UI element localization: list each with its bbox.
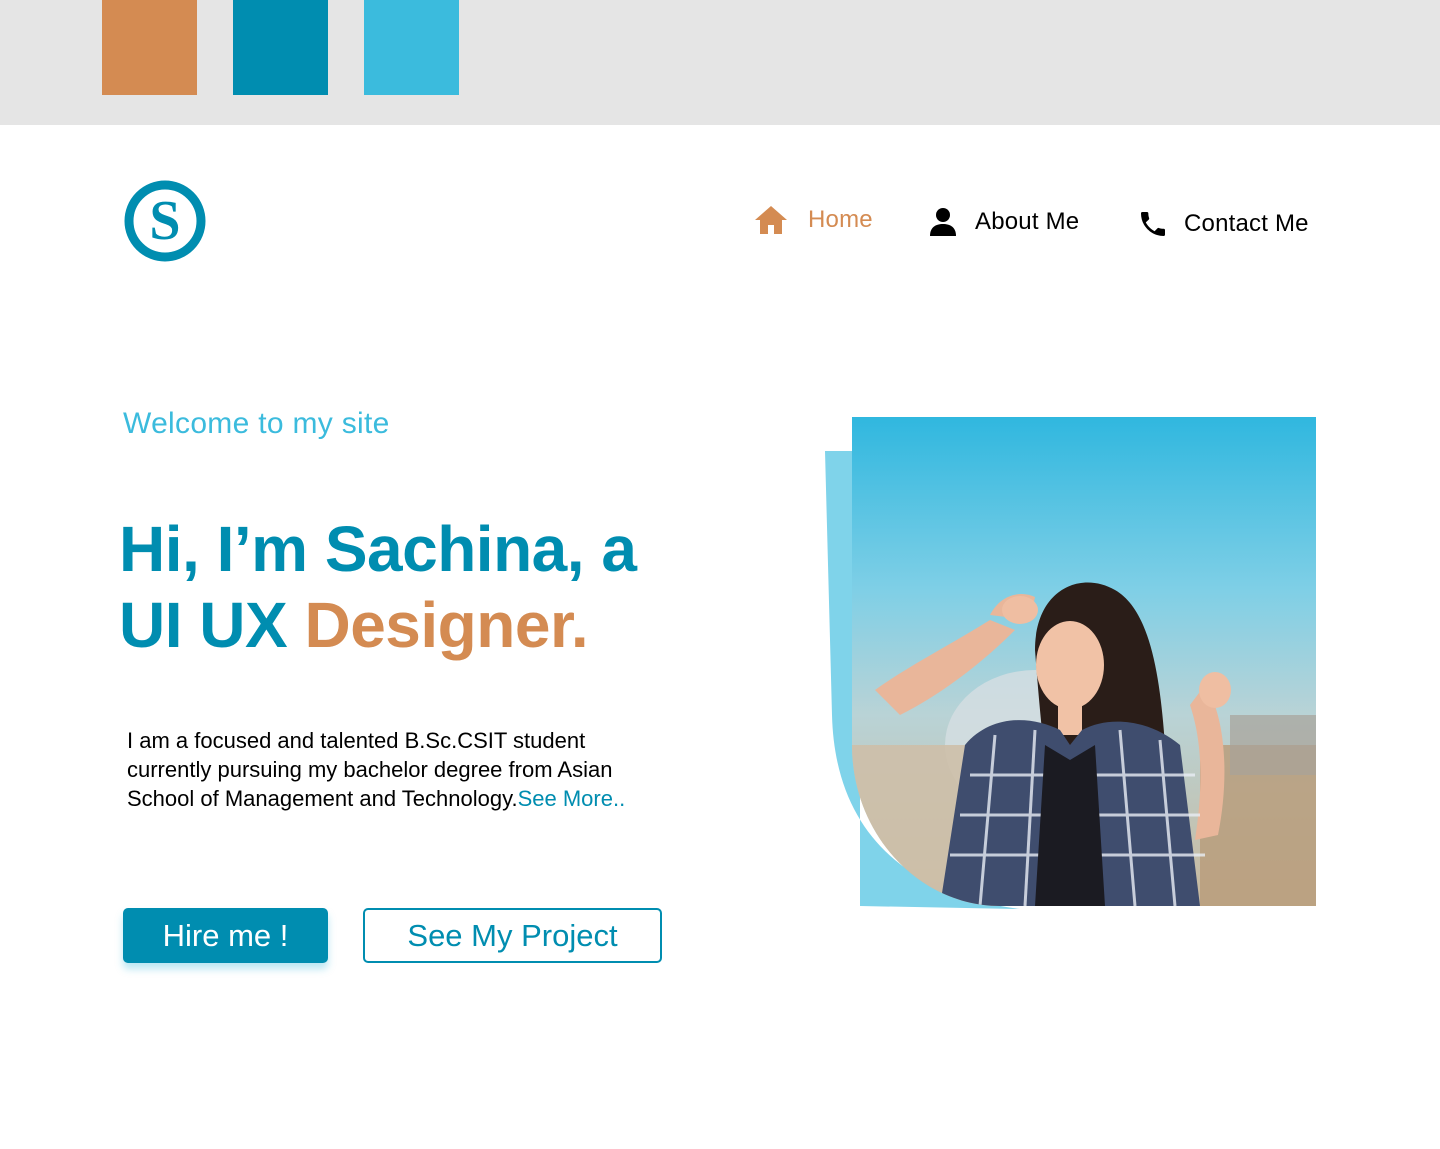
- palette-swatch-sky: [364, 0, 459, 95]
- headline-line-2: UI UX Designer.: [119, 587, 636, 663]
- see-my-project-button[interactable]: See My Project: [363, 908, 662, 963]
- svg-text:S: S: [149, 190, 180, 252]
- person-icon: [925, 204, 961, 240]
- intro-paragraph: I am a focused and talented B.Sc.CSIT st…: [127, 726, 747, 813]
- intro-line-2: currently pursuing my bachelor degree fr…: [127, 757, 613, 782]
- profile-photo: [820, 415, 1320, 915]
- nav-about-label: About Me: [975, 208, 1080, 235]
- see-more-link[interactable]: See More..: [518, 786, 626, 811]
- palette-swatch-teal: [233, 0, 328, 95]
- nav-home-label: Home: [808, 206, 873, 233]
- logo-s-icon: S: [124, 180, 206, 262]
- headline-line-1: Hi, I’m Sachina, a: [119, 513, 637, 585]
- headline-prefix: UI UX: [119, 589, 305, 661]
- home-icon: [753, 202, 789, 238]
- nav-contact-label: Contact Me: [1184, 210, 1309, 237]
- nav-item-contact[interactable]: Contact Me: [1135, 206, 1309, 242]
- phone-icon: [1135, 206, 1171, 242]
- intro-line-3: School of Management and Technology.: [127, 786, 518, 811]
- hire-me-button[interactable]: Hire me !: [123, 908, 328, 963]
- nav-item-about[interactable]: About Me: [925, 204, 1079, 240]
- nav-item-home[interactable]: Home: [753, 202, 873, 238]
- headline-accent: Designer.: [304, 589, 589, 661]
- welcome-text: Welcome to my site: [123, 407, 390, 440]
- palette-swatch-orange: [102, 0, 197, 95]
- site-logo[interactable]: S: [124, 180, 206, 262]
- hero-headline: Hi, I’m Sachina, a UI UX Designer.: [119, 511, 637, 663]
- intro-line-1: I am a focused and talented B.Sc.CSIT st…: [127, 728, 586, 753]
- color-palette-bar: [0, 0, 1440, 125]
